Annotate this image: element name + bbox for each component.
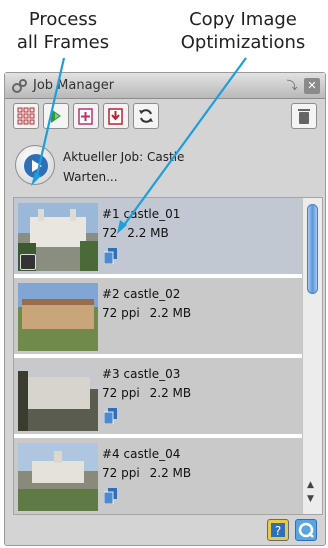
callout-arrows <box>31 57 247 234</box>
